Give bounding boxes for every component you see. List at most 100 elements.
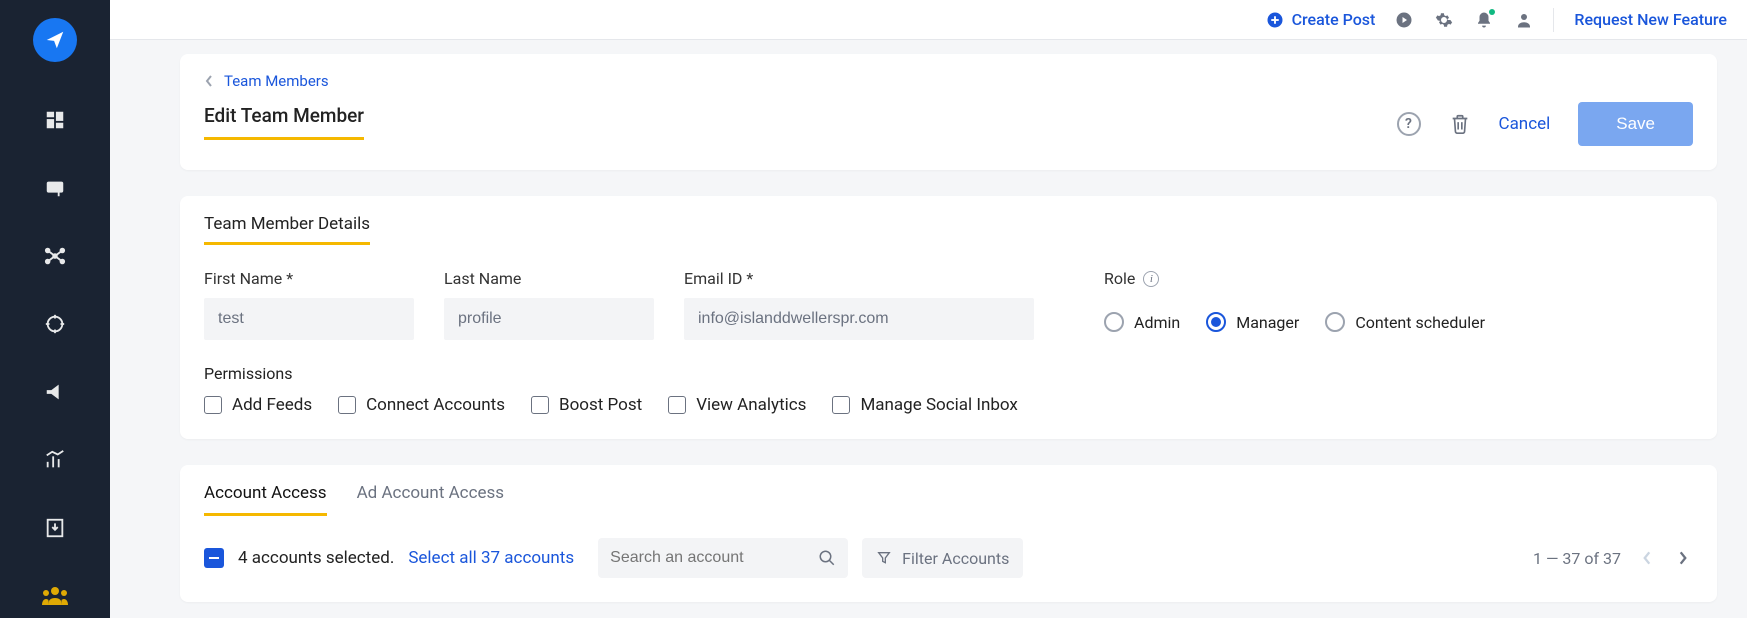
radio-icon (1325, 312, 1345, 332)
request-feature-link[interactable]: Request New Feature (1574, 10, 1727, 29)
profile-button[interactable] (1515, 11, 1533, 29)
trash-icon (1449, 112, 1471, 136)
role-label: Role (1104, 269, 1135, 288)
filter-accounts-label: Filter Accounts (902, 549, 1009, 568)
notifications-button[interactable] (1475, 11, 1493, 29)
account-search-input[interactable] (610, 549, 818, 567)
delete-button[interactable] (1449, 112, 1471, 136)
breadcrumb-label: Team Members (224, 72, 329, 90)
info-icon[interactable]: i (1143, 271, 1159, 287)
analytics-icon (44, 449, 66, 471)
search-icon (818, 549, 836, 567)
gear-icon (1435, 11, 1453, 29)
access-tabs: Account Access Ad Account Access (204, 483, 1693, 516)
play-circle-icon (1395, 11, 1413, 29)
checkbox-icon (338, 396, 356, 414)
perm-view-analytics-label: View Analytics (696, 395, 806, 415)
target-icon (44, 313, 66, 335)
create-post-label: Create Post (1292, 10, 1376, 29)
pager-next[interactable] (1673, 546, 1693, 570)
account-search[interactable] (598, 538, 848, 578)
role-admin-label: Admin (1134, 313, 1180, 332)
radio-icon (1104, 312, 1124, 332)
help-icon: ? (1397, 112, 1421, 136)
help-button[interactable]: ? (1397, 112, 1421, 136)
paper-plane-icon (44, 29, 66, 51)
first-name-label: First Name * (204, 269, 414, 288)
breadcrumb[interactable]: Team Members (204, 72, 364, 90)
network-icon (44, 245, 66, 267)
perm-connect-accounts[interactable]: Connect Accounts (338, 395, 505, 415)
details-card: Team Member Details First Name * Last Na… (180, 196, 1717, 439)
nav-network[interactable] (35, 236, 75, 276)
create-post-button[interactable]: Create Post (1266, 10, 1376, 29)
checkbox-icon (832, 396, 850, 414)
permissions-label: Permissions (204, 364, 1693, 383)
dashboard-icon (44, 109, 66, 131)
nav-target[interactable] (35, 304, 75, 344)
perm-manage-social-inbox-label: Manage Social Inbox (860, 395, 1017, 415)
checkbox-icon (668, 396, 686, 414)
nav-team[interactable] (35, 576, 75, 616)
plus-circle-icon (1266, 11, 1284, 29)
play-button[interactable] (1395, 11, 1413, 29)
header-actions: ? Cancel Save (1397, 72, 1694, 146)
role-radio-manager[interactable]: Manager (1206, 312, 1299, 332)
nav-dashboard[interactable] (35, 100, 75, 140)
email-label: Email ID * (684, 269, 1034, 288)
perm-add-feeds-label: Add Feeds (232, 395, 312, 415)
settings-button[interactable] (1435, 11, 1453, 29)
team-icon (42, 585, 68, 607)
access-toolbar: 4 accounts selected. Select all 37 accou… (204, 538, 1693, 578)
tab-ad-account-access[interactable]: Ad Account Access (357, 483, 504, 516)
tab-account-access[interactable]: Account Access (204, 483, 327, 516)
email-group: Email ID * (684, 269, 1034, 340)
radio-icon (1206, 312, 1226, 332)
compose-icon (44, 177, 66, 199)
chevron-right-icon (1677, 550, 1689, 566)
role-radio-admin[interactable]: Admin (1104, 312, 1180, 332)
nav-analytics[interactable] (35, 440, 75, 480)
header-card: Team Members Edit Team Member ? Cancel S… (180, 54, 1717, 170)
filter-icon (876, 550, 892, 566)
user-icon (1515, 11, 1533, 29)
content: Team Members Edit Team Member ? Cancel S… (110, 40, 1747, 618)
role-manager-label: Manager (1236, 313, 1299, 332)
divider (1553, 8, 1554, 32)
role-radio-content-scheduler[interactable]: Content scheduler (1325, 312, 1485, 332)
cancel-button[interactable]: Cancel (1499, 114, 1551, 134)
chevron-left-icon (1641, 550, 1653, 566)
perm-add-feeds[interactable]: Add Feeds (204, 395, 312, 415)
details-section-title: Team Member Details (204, 214, 370, 245)
nav-compose[interactable] (35, 168, 75, 208)
download-icon (44, 517, 66, 539)
selection-indicator[interactable] (204, 548, 224, 568)
pager-text: 1 — 37 of 37 (1533, 549, 1621, 568)
email-input[interactable] (684, 298, 1034, 340)
checkbox-icon (204, 396, 222, 414)
role-group: Role i Admin Manager (1104, 269, 1485, 332)
filter-accounts-button[interactable]: Filter Accounts (862, 538, 1023, 578)
chevron-left-icon (204, 74, 214, 88)
pager-prev[interactable] (1637, 546, 1657, 570)
nav-megaphone[interactable] (35, 372, 75, 412)
selection-text: 4 accounts selected. (238, 548, 394, 568)
perm-boost-post-label: Boost Post (559, 395, 642, 415)
last-name-input[interactable] (444, 298, 654, 340)
save-button[interactable]: Save (1578, 102, 1693, 146)
select-all-link[interactable]: Select all 37 accounts (408, 548, 574, 568)
main-area: Create Post (110, 0, 1747, 618)
nav-download[interactable] (35, 508, 75, 548)
topbar: Create Post (110, 0, 1747, 40)
first-name-input[interactable] (204, 298, 414, 340)
last-name-label: Last Name (444, 269, 654, 288)
access-card: Account Access Ad Account Access 4 accou… (180, 465, 1717, 602)
megaphone-icon (44, 381, 66, 403)
first-name-group: First Name * (204, 269, 414, 340)
perm-boost-post[interactable]: Boost Post (531, 395, 642, 415)
topbar-icons (1395, 11, 1533, 29)
perm-manage-social-inbox[interactable]: Manage Social Inbox (832, 395, 1017, 415)
app-logo[interactable] (33, 18, 77, 62)
perm-view-analytics[interactable]: View Analytics (668, 395, 806, 415)
checkbox-icon (531, 396, 549, 414)
